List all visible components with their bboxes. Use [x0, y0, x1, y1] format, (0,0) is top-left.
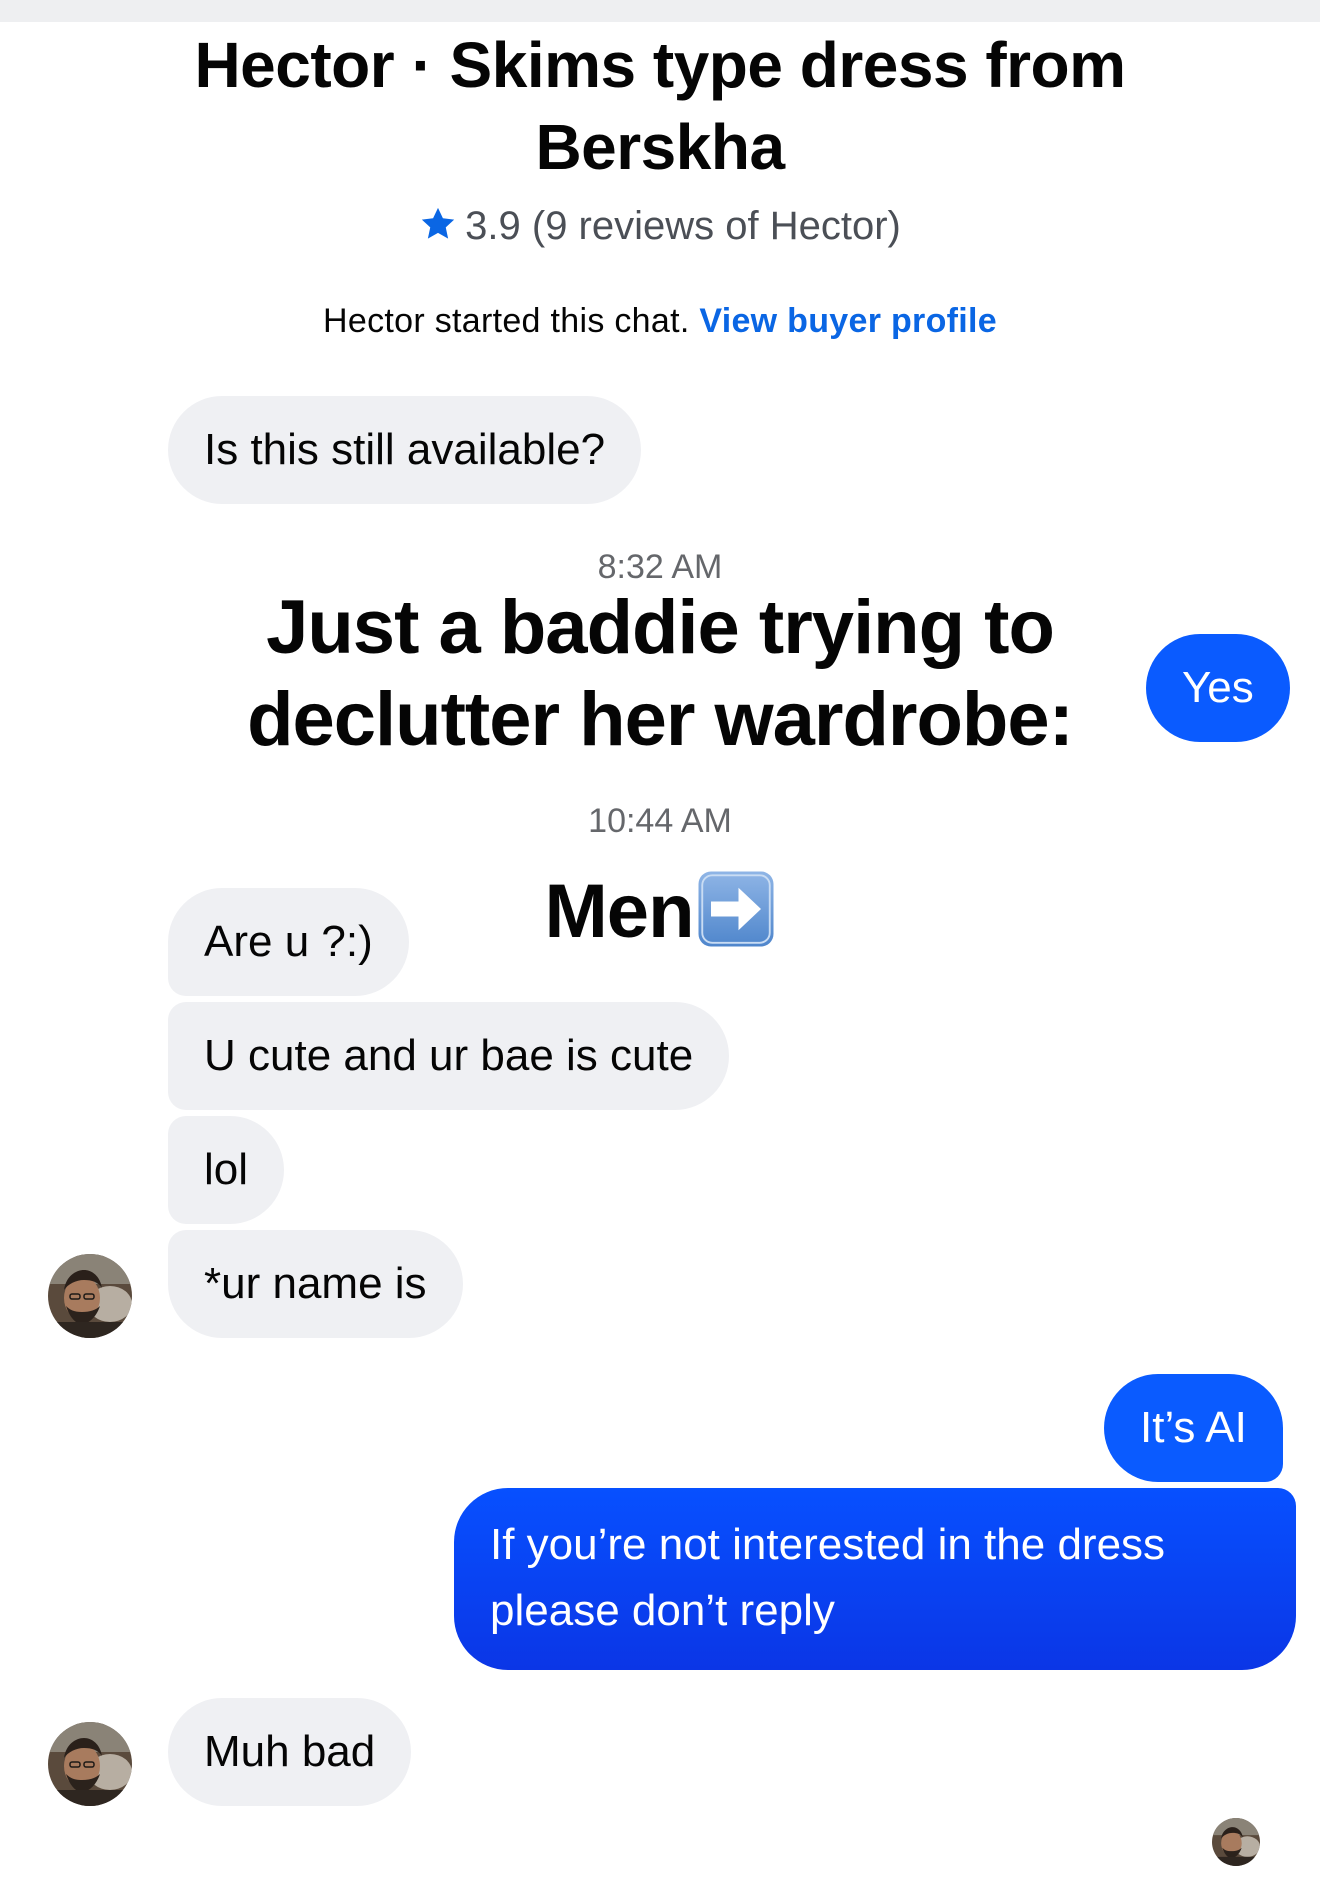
top-divider — [0, 0, 1320, 22]
message-text: It’s AI — [1140, 1403, 1247, 1452]
men-text: Men — [544, 869, 695, 954]
message-text: Muh bad — [204, 1727, 376, 1776]
seller-rating[interactable]: 3.9 (9 reviews of Hector) — [0, 198, 1320, 254]
message-text: If you’re not interested in the dress pl… — [490, 1520, 1166, 1635]
star-icon — [421, 207, 455, 239]
overlay-caption-men: Men — [520, 862, 800, 962]
chat-screen: Hector · Skims type dress from Berskha 3… — [0, 0, 1320, 1902]
message-text: Are u ?:) — [204, 917, 373, 966]
message-text: lol — [204, 1145, 249, 1194]
sender-avatar[interactable] — [48, 1722, 132, 1806]
message-bubble[interactable]: *ur name is — [168, 1230, 463, 1338]
message-bubble[interactable]: Muh bad — [168, 1698, 412, 1806]
chat-start-notice: Hector started this chat. View buyer pro… — [0, 298, 1320, 344]
chat-start-text: Hector started this chat. — [323, 302, 690, 340]
message-text: *ur name is — [204, 1259, 427, 1308]
read-receipt-avatar — [1212, 1818, 1260, 1866]
view-buyer-profile-link[interactable]: View buyer profile — [699, 302, 997, 340]
sender-avatar[interactable] — [48, 1254, 132, 1338]
message-text: U cute and ur bae is cute — [204, 1031, 694, 1080]
right-arrow-emoji-icon — [698, 871, 773, 947]
message-bubble-outgoing[interactable]: It’s AI — [1104, 1374, 1283, 1482]
message-bubble-outgoing[interactable]: If you’re not interested in the dress pl… — [454, 1488, 1296, 1670]
message-bubble[interactable]: Is this still available? — [168, 396, 642, 504]
message-bubble[interactable]: U cute and ur bae is cute — [168, 1002, 730, 1110]
message-bubble-outgoing[interactable]: Yes — [1146, 634, 1290, 742]
review-count: (9 reviews of Hector) — [531, 204, 901, 248]
timestamp: 10:44 AM — [588, 802, 732, 840]
message-text: Is this still available? — [204, 425, 606, 474]
listing-title: Hector · Skims type dress from Berskha — [194, 29, 1126, 183]
rating-value: 3.9 — [465, 204, 521, 248]
message-bubble[interactable]: lol — [168, 1116, 285, 1224]
message-text: Yes — [1182, 663, 1254, 712]
overlay-caption: Just a baddie trying to declutter her wa… — [247, 585, 1074, 762]
message-bubble[interactable]: Are u ?:) — [168, 888, 409, 996]
